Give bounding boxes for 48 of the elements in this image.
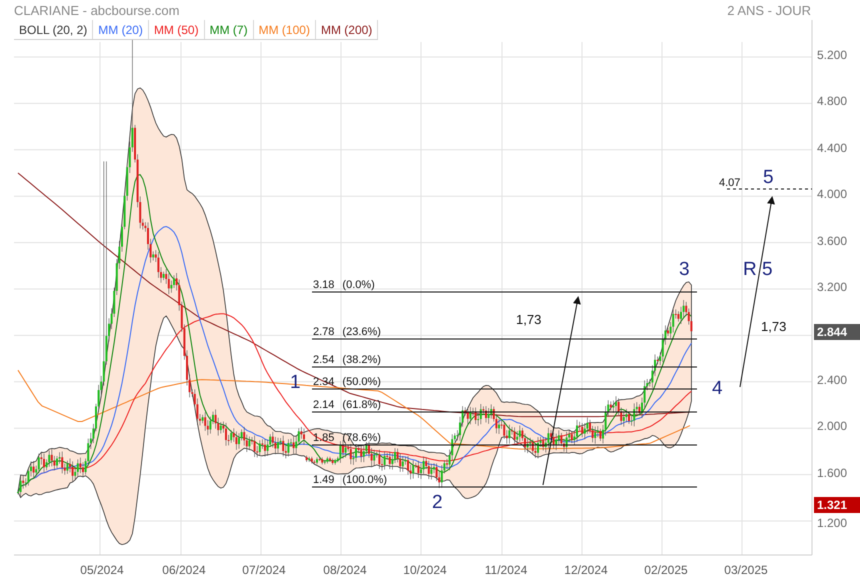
level-value: 2.78 xyxy=(313,326,334,338)
level-percent: (0.0%) xyxy=(342,279,375,291)
x-axis-label: 02/2025 xyxy=(644,563,688,577)
x-axis-label: 05/2024 xyxy=(80,563,124,577)
wave-label: 5 xyxy=(763,168,774,188)
y-axis-label: 4.800 xyxy=(817,94,848,108)
wave-label: R 5 xyxy=(743,260,773,280)
annotation-text: 4.07 xyxy=(719,176,740,190)
x-axis-label: 06/2024 xyxy=(162,563,206,577)
period-label: 2 ANS - JOUR xyxy=(727,2,811,20)
y-axis-label: 4.000 xyxy=(817,187,848,202)
wave-label: 4 xyxy=(712,379,723,399)
x-axis-label: 12/2024 xyxy=(564,563,608,577)
y-axis-label: 1.200 xyxy=(817,516,848,530)
y-axis-label: 2.400 xyxy=(817,372,848,387)
level-value: 2.14 xyxy=(313,399,334,411)
y-axis-label: 4.400 xyxy=(817,140,848,155)
legend-item: BOLL (20, 2) xyxy=(14,20,94,39)
y-axis-label: 1.600 xyxy=(817,466,848,480)
x-axis-label: 08/2024 xyxy=(323,563,367,577)
level-value: 3.18 xyxy=(313,279,334,291)
legend-item: MM (50) xyxy=(148,20,205,39)
chart-title: CLARIANE - abcbourse.com xyxy=(14,2,180,20)
wave-label: 2 xyxy=(432,493,443,513)
y-axis-label: 5.200 xyxy=(817,48,848,62)
level-value: 2.54 xyxy=(313,354,334,366)
legend-item: MM (7) xyxy=(204,20,254,39)
annotation-text: 1,73 xyxy=(761,320,786,334)
price-tag: 1.321 xyxy=(814,497,860,513)
x-axis-label: 03/2025 xyxy=(724,563,768,577)
annotation-text: 1,73 xyxy=(516,313,542,327)
level-percent: (23.6%) xyxy=(342,326,381,338)
level-percent: (50.0%) xyxy=(342,376,381,388)
price-tag: 2.844 xyxy=(814,324,860,340)
level-percent: (38.2%) xyxy=(342,354,381,366)
level-percent: (61.8%) xyxy=(342,399,381,411)
legend-item: MM (20) xyxy=(93,20,149,39)
legend-item: MM (100) xyxy=(254,20,316,39)
y-axis-label: 3.200 xyxy=(817,280,848,294)
wave-label: 3 xyxy=(679,260,690,280)
level-percent: (100.0%) xyxy=(342,474,388,486)
x-axis-label: 11/2024 xyxy=(484,563,528,577)
x-axis-label: 10/2024 xyxy=(403,563,447,577)
level-value: 1.49 xyxy=(313,474,334,486)
y-axis-label: 2.000 xyxy=(817,419,848,434)
x-axis-label: 07/2024 xyxy=(242,563,286,577)
legend-item: MM (200) xyxy=(316,20,378,39)
y-axis-label: 3.600 xyxy=(817,234,848,248)
